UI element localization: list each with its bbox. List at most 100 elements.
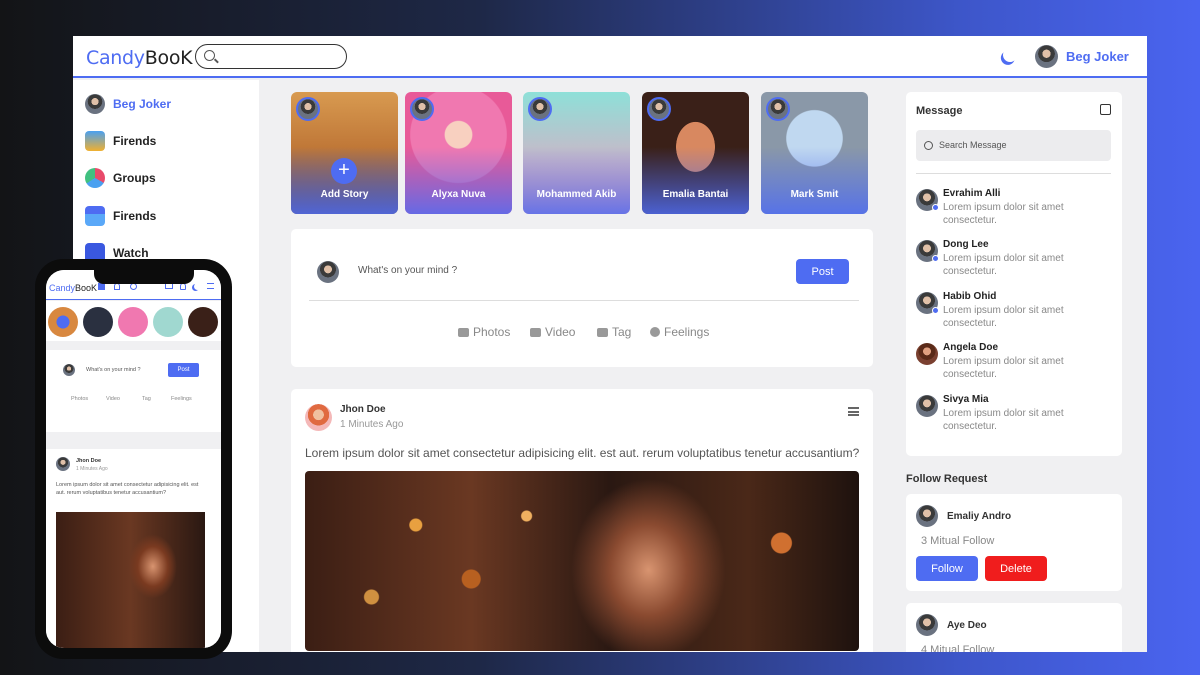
action-label: Feelings bbox=[664, 325, 710, 339]
follow-request-card: Aye Deo 4 Mitual Follow bbox=[906, 603, 1122, 652]
moon-icon[interactable] bbox=[1001, 46, 1019, 64]
avatar bbox=[85, 94, 105, 114]
video-icon bbox=[530, 327, 541, 337]
search-icon bbox=[204, 50, 215, 61]
messages-card: Message Search Message Evrahim Alli Lore… bbox=[906, 92, 1122, 456]
delete-button[interactable]: Delete bbox=[985, 556, 1047, 581]
phone-mockup: CandyBooK What's on your mind ? Post Pho… bbox=[35, 259, 232, 659]
story-card-add[interactable]: + Add Story bbox=[291, 92, 398, 214]
tag-action[interactable]: Tag bbox=[597, 325, 631, 339]
post-button[interactable]: Post bbox=[796, 259, 849, 284]
bell-icon[interactable] bbox=[180, 283, 186, 290]
story-card[interactable]: Emalia Bantai bbox=[642, 92, 749, 214]
story-label: Emalia Bantai bbox=[662, 189, 729, 200]
home-icon[interactable] bbox=[98, 283, 105, 290]
logo-text: Candy bbox=[49, 283, 76, 293]
groups-icon bbox=[85, 168, 105, 188]
post-author[interactable]: Jhon Doe bbox=[340, 404, 386, 415]
post-image[interactable] bbox=[56, 512, 205, 648]
post-button[interactable]: Post bbox=[168, 363, 199, 377]
feelings-action[interactable]: Feelings bbox=[171, 396, 192, 402]
follow-button[interactable]: Follow bbox=[916, 556, 978, 581]
mutual-count: 4 Mitual Follow bbox=[921, 644, 995, 652]
composer-input[interactable]: What's on your mind ? bbox=[86, 367, 141, 373]
story-avatar[interactable] bbox=[83, 307, 113, 337]
avatar bbox=[296, 97, 320, 121]
search-icon bbox=[924, 141, 933, 150]
post-time: 1 Minutes Ago bbox=[76, 466, 108, 472]
mobile-composer: What's on your mind ? Post Photos Video … bbox=[46, 350, 221, 432]
online-indicator bbox=[932, 255, 939, 262]
post-author[interactable]: Jhon Doe bbox=[76, 458, 101, 464]
message-search-input[interactable]: Search Message bbox=[916, 130, 1111, 161]
feed-post: Jhon Doe 1 Minutes Ago Lorem ipsum dolor… bbox=[291, 389, 873, 652]
sidebar-item-label: Firends bbox=[113, 134, 157, 148]
search-input[interactable] bbox=[195, 44, 347, 69]
avatar bbox=[766, 97, 790, 121]
add-story-icon[interactable] bbox=[48, 307, 78, 337]
post-text: Lorem ipsum dolor sit amet consectetur a… bbox=[305, 446, 860, 460]
online-indicator bbox=[932, 204, 939, 211]
video-action[interactable]: Video bbox=[106, 396, 120, 402]
feelings-icon bbox=[650, 327, 660, 337]
story-card[interactable]: Mark Smit bbox=[761, 92, 868, 214]
mobile-logo[interactable]: CandyBooK bbox=[49, 283, 97, 293]
feelings-action[interactable]: Feelings bbox=[650, 325, 709, 339]
logo-text-tail: BooK bbox=[75, 283, 98, 293]
post-text: Lorem ipsum dolor sit amet consectetur a… bbox=[56, 482, 199, 496]
story-card[interactable]: Alyxa Nuva bbox=[405, 92, 512, 214]
sidebar-item-friends[interactable]: Firends bbox=[85, 131, 156, 151]
menu-icon[interactable] bbox=[848, 407, 859, 416]
mobile-post: Jhon Doe 1 Minutes Ago Lorem ipsum dolor… bbox=[46, 449, 221, 648]
search-placeholder: Search Message bbox=[939, 140, 1007, 150]
moon-icon[interactable] bbox=[194, 283, 201, 290]
user-menu[interactable]: Beg Joker bbox=[1035, 45, 1129, 68]
messages-title: Message bbox=[916, 105, 963, 117]
sidebar-item-store[interactable]: Firends bbox=[85, 206, 156, 226]
video-action[interactable]: Video bbox=[530, 325, 575, 339]
menu-icon[interactable] bbox=[207, 283, 214, 289]
request-name[interactable]: Aye Deo bbox=[947, 620, 987, 631]
sidebar-item-profile[interactable]: Beg Joker bbox=[85, 94, 171, 114]
sidebar-item-label: Beg Joker bbox=[113, 97, 172, 111]
avatar bbox=[63, 364, 75, 376]
action-label: Video bbox=[545, 325, 576, 339]
follow-request-title: Follow Request bbox=[906, 473, 988, 485]
story-avatar[interactable] bbox=[153, 307, 183, 337]
phone-notch bbox=[94, 270, 194, 284]
avatar bbox=[56, 457, 70, 471]
user-icon[interactable] bbox=[114, 283, 120, 290]
story-overlay bbox=[642, 146, 749, 214]
story-overlay bbox=[523, 146, 630, 214]
story-card[interactable]: Mohammed Akib bbox=[523, 92, 630, 214]
sidebar-item-groups[interactable]: Groups bbox=[85, 168, 156, 188]
story-label: Mark Smit bbox=[790, 189, 839, 200]
story-label: Alyxa Nuva bbox=[431, 189, 486, 200]
photos-action[interactable]: Photos bbox=[71, 396, 88, 402]
edit-icon[interactable] bbox=[1100, 104, 1111, 115]
divider bbox=[916, 173, 1111, 174]
search-icon[interactable] bbox=[130, 283, 137, 290]
add-story-icon[interactable]: + bbox=[331, 158, 357, 184]
store-icon bbox=[85, 206, 105, 226]
story-overlay bbox=[761, 146, 868, 214]
sidebar-item-label: Watch bbox=[113, 246, 149, 260]
avatar bbox=[916, 395, 938, 417]
avatar bbox=[410, 97, 434, 121]
tag-icon bbox=[597, 327, 608, 337]
request-name[interactable]: Emaliy Andro bbox=[947, 511, 1011, 522]
post-image[interactable] bbox=[305, 471, 859, 651]
message-preview: Lorem ipsum dolor sit amet consectetur. bbox=[943, 305, 1064, 329]
message-sender: Angela Doe bbox=[943, 342, 999, 353]
sidebar-item-label: Groups bbox=[113, 171, 156, 185]
app-logo[interactable]: CandyBooK bbox=[86, 47, 193, 69]
composer-input[interactable]: What's on your mind ? bbox=[358, 265, 457, 276]
follow-request-card: Emaliy Andro 3 Mitual Follow Follow Dele… bbox=[906, 494, 1122, 591]
message-sender: Dong Lee bbox=[943, 239, 989, 250]
avatar bbox=[1035, 45, 1058, 68]
story-avatar[interactable] bbox=[188, 307, 218, 337]
story-label: Add Story bbox=[320, 189, 369, 200]
story-avatar[interactable] bbox=[118, 307, 148, 337]
tag-action[interactable]: Tag bbox=[142, 396, 151, 402]
photos-action[interactable]: Photos bbox=[458, 325, 510, 339]
